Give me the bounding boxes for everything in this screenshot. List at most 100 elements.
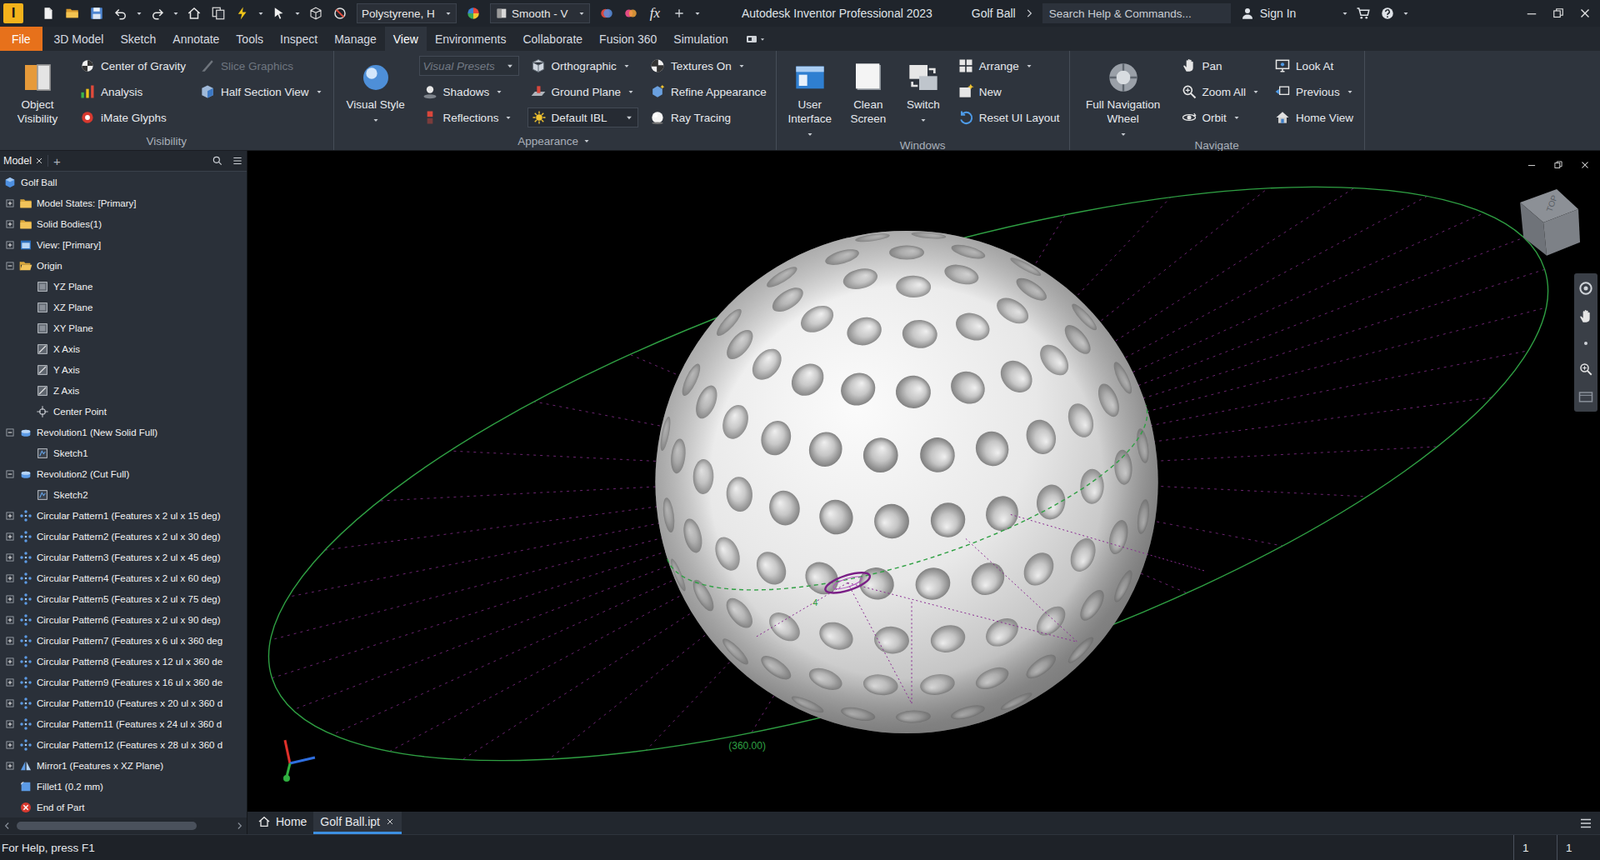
ribbon-button[interactable]: Textures On [646,54,770,78]
browser-node[interactable]: Model States: [Primary] [0,192,247,214]
nav-pan-button[interactable] [1577,308,1595,325]
browser-node[interactable]: YZ Plane [0,275,247,297]
minimize-button[interactable] [1520,2,1544,25]
quick-access-button[interactable] [61,2,84,25]
quick-access-button[interactable] [37,2,60,25]
quick-access-button[interactable] [231,2,254,25]
ribbon-tab[interactable]: Simulation [665,26,736,51]
document-menu-button[interactable] [1571,811,1600,835]
browser-node[interactable]: Y Axis [0,359,247,380]
browser-node[interactable]: Sketch1 [0,442,247,464]
quick-access-button[interactable] [268,2,290,25]
ribbon-button[interactable]: Ground Plane [527,80,639,104]
customize-button[interactable] [692,2,703,25]
nav-wheel-button[interactable] [1577,280,1595,297]
ribbon-button[interactable]: Ray Tracing [646,105,770,130]
browser-node[interactable]: Circular Pattern7 (Features x 6 ul x 360… [0,630,247,651]
cart-button[interactable] [1352,2,1375,25]
app-logo[interactable]: I [3,3,24,24]
ribbon-large-button[interactable]: Clean Screen [845,52,892,126]
quick-access-button[interactable] [255,2,266,25]
expander[interactable] [3,530,17,544]
ribbon-combo[interactable]: Visual Presets [419,55,520,76]
expander[interactable] [3,571,17,585]
expander[interactable] [3,717,17,731]
ribbon-button[interactable]: Reset UI Layout [955,105,1063,130]
ribbon-button[interactable]: Look At [1271,54,1358,78]
expander[interactable] [3,196,17,210]
dimension-label[interactable]: (360.00) [728,740,766,752]
ribbon-button[interactable]: New [955,80,1063,104]
ribbon-large-button[interactable]: User Interface [783,52,837,140]
ribbon-large-button[interactable]: Switch [900,52,947,125]
expander[interactable] [3,592,17,606]
search-expand-button[interactable] [1018,2,1040,25]
quick-access-button[interactable] [183,2,205,25]
ribbon-tab[interactable]: Tools [227,26,272,51]
browser-search-button[interactable] [211,155,224,167]
nav-orbit-button[interactable] [1578,361,1594,377]
ribbon-button[interactable]: Orbit [1178,105,1265,130]
add-browser-tab[interactable]: + [53,154,61,169]
expander[interactable] [3,467,17,481]
ribbon-tab[interactable]: Annotate [164,26,228,51]
browser-node[interactable]: End of Part [0,796,247,818]
browser-node[interactable]: Circular Pattern9 (Features x 16 ul x 36… [0,671,247,693]
browser-node[interactable]: Circular Pattern1 (Features x 2 ul x 15 … [0,505,247,526]
ribbon-button[interactable]: Orthographic [527,54,639,78]
ribbon-tab[interactable]: View [385,26,427,51]
browser-node[interactable]: Origin [0,255,247,276]
ribbon-tab[interactable]: 3D Model [45,26,113,51]
document-tab[interactable]: Golf Ball.ipt [313,811,402,835]
ribbon-button[interactable]: Home View [1271,105,1358,130]
ribbon-tab[interactable]: Fusion 360 [590,26,665,51]
ribbon-button[interactable]: Slice Graphics [196,54,327,78]
browser-node[interactable]: Circular Pattern5 (Features x 2 ul x 75 … [0,588,247,610]
ribbon-combo[interactable]: Default IBL [527,107,639,128]
parameters-button[interactable]: fx [644,2,666,25]
ribbon-button[interactable]: Previous [1271,80,1358,104]
viewcube[interactable]: TOP [1520,189,1580,256]
nav-zoom-button[interactable] [1579,336,1593,350]
ribbon-button[interactable]: Center of Gravity [76,54,189,78]
expander[interactable] [3,217,17,231]
expander[interactable] [3,509,17,523]
dimple-sketch[interactable] [823,568,873,597]
browser-node[interactable]: Sketch2 [0,484,247,505]
ribbon-button[interactable]: Analysis [76,80,189,104]
browser-node[interactable]: Center Point [0,400,247,422]
ribbon-tab[interactable]: Manage [325,26,385,51]
model-canvas[interactable]: 4(360.00)TOP [247,150,1600,812]
add-button[interactable] [668,2,690,25]
ribbon-tab[interactable]: Inspect [271,26,326,51]
revolve-path[interactable] [247,150,1600,812]
ribbon-tab[interactable]: Collaborate [514,26,591,51]
browser-node[interactable]: Circular Pattern10 (Features x 20 ul x 3… [0,692,247,714]
golf-ball[interactable] [655,230,1158,734]
expander[interactable] [3,238,17,252]
restore-button[interactable] [1546,2,1570,25]
quick-access-button[interactable] [85,2,108,25]
ribbon-button[interactable]: Half Section View [196,80,327,104]
quick-access-button[interactable] [170,2,181,25]
expander[interactable] [3,655,17,669]
quick-access-button[interactable] [110,2,132,25]
quick-access-button[interactable] [292,2,303,25]
expander[interactable] [3,696,17,710]
browser-node[interactable]: Revolution2 (Cut Full) [0,463,247,485]
browser-node[interactable]: Circular Pattern12 (Features x 28 ul x 3… [0,734,247,755]
browser-node[interactable]: Golf Ball [0,171,247,193]
viewport-restore[interactable] [1546,154,1570,176]
browser-node[interactable]: XZ Plane [0,296,247,318]
expander[interactable] [3,613,17,627]
close-button[interactable] [1573,2,1597,25]
expander[interactable] [3,425,17,440]
clear-appearance-button[interactable] [620,2,642,25]
adjust-button[interactable] [595,2,618,25]
expander[interactable] [3,634,17,648]
ribbon-tab[interactable]: Environments [426,26,515,51]
expander[interactable] [3,550,17,565]
browser-node[interactable]: X Axis [0,338,247,360]
viewport-minimize[interactable] [1520,154,1544,176]
quick-access-button[interactable] [134,2,145,25]
